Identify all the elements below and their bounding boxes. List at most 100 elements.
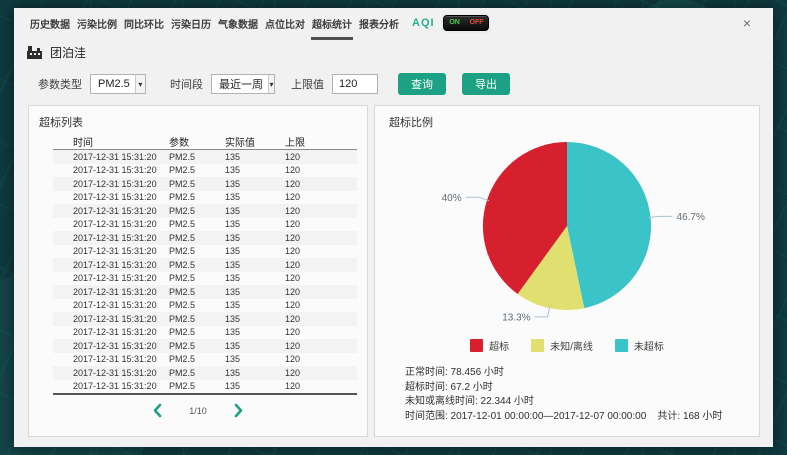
table-row: 2017-12-31 15:31:20PM2.5135120: [53, 353, 357, 367]
pie-label-leader: [649, 216, 673, 217]
table-cell: PM2.5: [169, 287, 225, 297]
pie-slice-not-exceeded[interactable]: [567, 142, 651, 308]
table-row: 2017-12-31 15:31:20PM2.5135120: [53, 231, 357, 245]
table-cell: 135: [225, 314, 285, 324]
nav-item-report-analysis[interactable]: 报表分析: [357, 7, 401, 39]
table-cell: PM2.5: [169, 314, 225, 324]
legend-label: 超标: [489, 338, 509, 353]
table-row: 2017-12-31 15:31:20PM2.5135120: [53, 326, 357, 340]
legend-item-not-exceeded[interactable]: 未超标: [615, 338, 664, 353]
nav-item-pollution-calendar[interactable]: 污染日历: [169, 7, 213, 39]
table-cell: 135: [225, 327, 285, 337]
table-cell: PM2.5: [169, 206, 225, 216]
table-row: 2017-12-31 15:31:20PM2.5135120: [53, 150, 357, 164]
upper-limit-label: 上限值: [291, 76, 324, 92]
nav-item-pollution-ratio[interactable]: 污染比例: [75, 7, 119, 39]
table-row: 2017-12-31 15:31:20PM2.5135120: [53, 218, 357, 232]
upper-limit-input[interactable]: [332, 74, 378, 94]
table-cell: 135: [225, 341, 285, 351]
exceedance-ratio-panel: 超标比例 46.7%13.3%40% 超标未知/离线未超标 正常时间: 78.4…: [374, 105, 760, 437]
table-cell: 2017-12-31 15:31:20: [73, 219, 169, 229]
table-row: 2017-12-31 15:31:20PM2.5135120: [53, 312, 357, 326]
exceedance-table: 时间参数实际值上限 2017-12-31 15:31:20PM2.5135120…: [53, 134, 357, 395]
table-row: 2017-12-31 15:31:20PM2.5135120: [53, 380, 357, 394]
table-row: 2017-12-31 15:31:20PM2.5135120: [53, 177, 357, 191]
table-cell: PM2.5: [169, 246, 225, 256]
stat-line: 正常时间: 78.456 小时: [405, 366, 722, 381]
legend-item-exceeded[interactable]: 超标: [470, 338, 509, 353]
table-body: 2017-12-31 15:31:20PM2.51351202017-12-31…: [53, 150, 357, 395]
table-cell: 120: [285, 287, 357, 297]
close-button[interactable]: ×: [737, 14, 757, 32]
nav-items: 历史数据污染比例同比环比污染日历气象数据点位比对超标统计报表分析: [28, 7, 404, 39]
table-cell: 135: [225, 368, 285, 378]
table-cell: 2017-12-31 15:31:20: [73, 314, 169, 324]
pie-label-leader: [535, 306, 550, 317]
column-header: 时间: [73, 134, 169, 149]
table-cell: 2017-12-31 15:31:20: [73, 354, 169, 364]
table-cell: 135: [225, 287, 285, 297]
column-header: 参数: [169, 134, 225, 149]
legend-label: 未知/离线: [550, 338, 593, 353]
list-panel-title: 超标列表: [39, 114, 83, 130]
table-cell: PM2.5: [169, 219, 225, 229]
table-cell: 2017-12-31 15:31:20: [73, 165, 169, 175]
table-row: 2017-12-31 15:31:20PM2.5135120: [53, 366, 357, 380]
legend-swatch: [615, 339, 628, 352]
pie-label-leader: [466, 197, 489, 200]
table-cell: 135: [225, 192, 285, 202]
prev-page-button[interactable]: [152, 403, 163, 418]
table-cell: 2017-12-31 15:31:20: [73, 287, 169, 297]
table-cell: 135: [225, 300, 285, 310]
table-cell: 120: [285, 354, 357, 364]
filter-bar: 参数类型 PM2.5 ▾ 时间段 最近一周 ▾ 上限值 查询 导出: [14, 61, 773, 95]
table-cell: 2017-12-31 15:31:20: [73, 327, 169, 337]
table-cell: 120: [285, 219, 357, 229]
toggle-on-label[interactable]: ON: [444, 16, 466, 30]
nav-item-point-comparison[interactable]: 点位比对: [263, 7, 307, 39]
nav-item-yoy-mom-comparison[interactable]: 同比环比: [122, 7, 166, 39]
table-cell: 120: [285, 206, 357, 216]
nav-item-exceedance-statistics[interactable]: 超标统计: [310, 7, 354, 39]
param-select[interactable]: PM2.5 ▾: [90, 74, 146, 94]
table-cell: 135: [225, 165, 285, 175]
table-cell: PM2.5: [169, 179, 225, 189]
table-cell: PM2.5: [169, 341, 225, 351]
table-cell: 120: [285, 273, 357, 283]
table-cell: 135: [225, 233, 285, 243]
period-select[interactable]: 最近一周 ▾: [211, 74, 275, 94]
table-cell: 135: [225, 354, 285, 364]
pie-value-label: 13.3%: [502, 312, 530, 323]
nav-item-history-data[interactable]: 历史数据: [28, 7, 72, 39]
table-row: 2017-12-31 15:31:20PM2.5135120: [53, 245, 357, 259]
query-button[interactable]: 查询: [398, 73, 446, 95]
table-row: 2017-12-31 15:31:20PM2.5135120: [53, 339, 357, 353]
table-cell: 2017-12-31 15:31:20: [73, 368, 169, 378]
table-cell: 120: [285, 260, 357, 270]
nav-bar: 历史数据污染比例同比环比污染日历气象数据点位比对超标统计报表分析 AQI ON …: [14, 8, 773, 38]
chevron-down-icon: ▾: [135, 75, 145, 93]
aqi-toggle[interactable]: ON OFF: [443, 15, 489, 31]
export-button[interactable]: 导出: [462, 73, 510, 95]
nav-item-weather-data[interactable]: 气象数据: [216, 7, 260, 39]
table-cell: 2017-12-31 15:31:20: [73, 179, 169, 189]
table-cell: 120: [285, 179, 357, 189]
legend-label: 未超标: [634, 338, 664, 353]
toggle-off-label[interactable]: OFF: [466, 16, 488, 30]
table-cell: 120: [285, 165, 357, 175]
next-page-button[interactable]: [233, 403, 244, 418]
app-window: 历史数据污染比例同比环比污染日历气象数据点位比对超标统计报表分析 AQI ON …: [14, 8, 773, 447]
param-select-value: PM2.5: [91, 78, 135, 90]
table-cell: 120: [285, 192, 357, 202]
stat-line: 未知或离线时间: 22.344 小时: [405, 395, 722, 410]
exceedance-list-panel: 超标列表 时间参数实际值上限 2017-12-31 15:31:20PM2.51…: [28, 105, 368, 437]
legend-swatch: [470, 339, 483, 352]
table-cell: PM2.5: [169, 233, 225, 243]
table-cell: 120: [285, 246, 357, 256]
legend-item-unknown-offline[interactable]: 未知/离线: [531, 338, 593, 353]
table-cell: 2017-12-31 15:31:20: [73, 192, 169, 202]
desktop-background: 历史数据污染比例同比环比污染日历气象数据点位比对超标统计报表分析 AQI ON …: [0, 0, 787, 455]
column-header: 实际值: [225, 134, 285, 149]
param-type-label: 参数类型: [38, 76, 82, 92]
stat-line: 超标时间: 67.2 小时: [405, 381, 722, 396]
